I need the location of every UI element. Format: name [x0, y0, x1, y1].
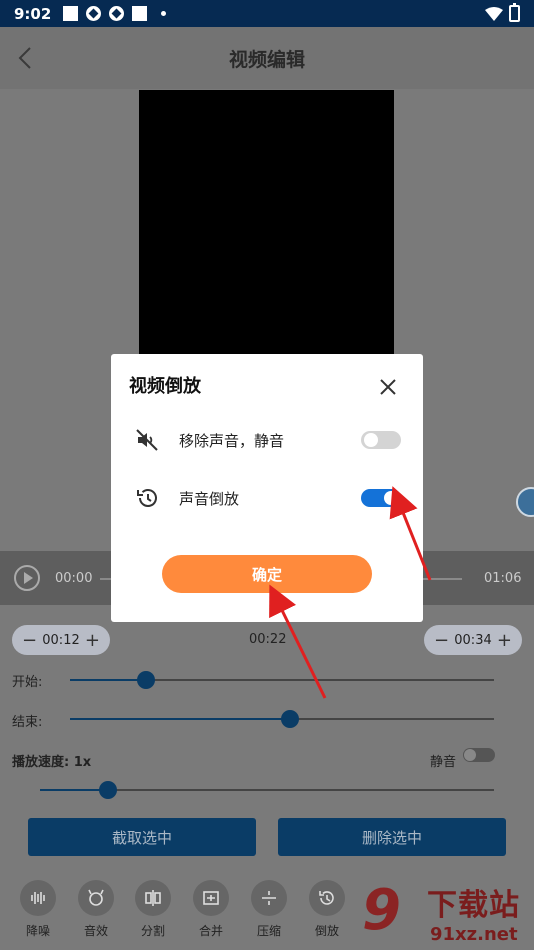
status-time: 9:02 — [14, 4, 52, 23]
end-slider-knob[interactable] — [281, 710, 300, 728]
reverse-dialog: 视频倒放 移除声音，静音 声音倒放 确定 — [111, 354, 423, 622]
switch-thumb — [364, 433, 378, 447]
notification-icon-2 — [132, 6, 148, 21]
battery-icon — [509, 3, 520, 22]
start-slider-knob[interactable] — [137, 671, 156, 689]
tool-reverse[interactable]: 倒放 — [305, 880, 349, 939]
history-icon — [137, 489, 157, 507]
watermark: 9 下载站 91xz.net — [362, 878, 534, 950]
tool-label: 合并 — [198, 924, 223, 938]
confirm-button[interactable]: 确定 — [162, 555, 372, 593]
start-plus-button[interactable]: + — [85, 630, 100, 651]
tool-label: 压缩 — [256, 924, 281, 938]
switch-thumb — [384, 491, 398, 505]
dialog-title: 视频倒放 — [129, 376, 201, 397]
end-slider-fill — [70, 718, 291, 720]
cut-selection-button[interactable]: 截取选中 — [28, 818, 256, 856]
mute-toggle[interactable] — [463, 748, 495, 762]
end-time-value: 00:34 — [454, 632, 492, 648]
sound-effect-icon — [78, 880, 114, 916]
tool-compress[interactable]: 压缩 — [247, 880, 291, 939]
floating-play-icon[interactable] — [516, 487, 534, 517]
delete-selection-button[interactable]: 删除选中 — [278, 818, 506, 856]
current-time: 00:00 — [55, 571, 93, 586]
watermark-domain: 91xz.net — [430, 924, 518, 945]
start-slider-fill — [70, 679, 147, 681]
tool-label: 音效 — [83, 924, 108, 938]
more-notifications-icon — [161, 11, 167, 16]
status-bar: 9:02 — [0, 0, 534, 27]
play-icon[interactable] — [14, 565, 40, 591]
start-time-value: 00:12 — [42, 632, 80, 648]
tool-sound-effect[interactable]: 音效 — [74, 880, 118, 939]
close-icon[interactable] — [379, 378, 397, 396]
end-slider[interactable] — [70, 710, 494, 728]
total-duration: 01:06 — [484, 571, 522, 586]
mute-switch[interactable] — [361, 431, 401, 449]
speed-slider-fill — [40, 789, 109, 791]
start-label: 开始: — [12, 675, 43, 690]
speed-label: 播放速度: 1x — [12, 755, 92, 770]
speed-slider-knob[interactable] — [99, 781, 118, 799]
app-notification-icon-2 — [109, 6, 125, 21]
tool-split[interactable]: 分割 — [131, 880, 175, 939]
option-mute: 移除声音，静音 — [111, 424, 423, 454]
speed-slider[interactable] — [40, 781, 494, 799]
option-reverse-audio: 声音倒放 — [111, 482, 423, 512]
notification-icon — [63, 6, 79, 21]
split-icon — [135, 880, 171, 916]
start-time-stepper: − 00:12 + — [12, 625, 110, 655]
app-header: 视频编辑 — [0, 27, 534, 89]
compress-icon — [251, 880, 287, 916]
start-minus-button[interactable]: − — [22, 630, 37, 651]
merge-icon — [193, 880, 229, 916]
reverse-audio-switch[interactable] — [361, 489, 401, 507]
start-slider[interactable] — [70, 671, 494, 689]
tool-label: 降噪 — [25, 924, 50, 938]
end-plus-button[interactable]: + — [497, 630, 512, 651]
tool-label: 倒放 — [314, 924, 339, 938]
mute-label: 静音 — [430, 755, 457, 770]
end-label: 结束: — [12, 715, 43, 730]
selection-duration: 00:22 — [249, 632, 287, 647]
end-time-stepper: − 00:34 + — [424, 625, 522, 655]
tool-merge[interactable]: 合并 — [189, 880, 233, 939]
tool-noise-reduction[interactable]: 降噪 — [16, 880, 60, 939]
noise-reduction-icon — [20, 880, 56, 916]
watermark-brand: 下载站 — [427, 888, 520, 923]
back-arrow-icon[interactable] — [14, 45, 38, 71]
option-label: 移除声音，静音 — [179, 432, 285, 450]
app-notification-icon — [86, 6, 102, 21]
tool-label: 分割 — [140, 924, 165, 938]
reverse-icon — [309, 880, 345, 916]
end-minus-button[interactable]: − — [434, 630, 449, 651]
mute-icon — [136, 429, 158, 451]
wifi-icon — [485, 6, 503, 21]
option-label: 声音倒放 — [179, 490, 240, 508]
watermark-logo-icon: 9 — [362, 878, 401, 943]
page-title: 视频编辑 — [228, 48, 305, 71]
